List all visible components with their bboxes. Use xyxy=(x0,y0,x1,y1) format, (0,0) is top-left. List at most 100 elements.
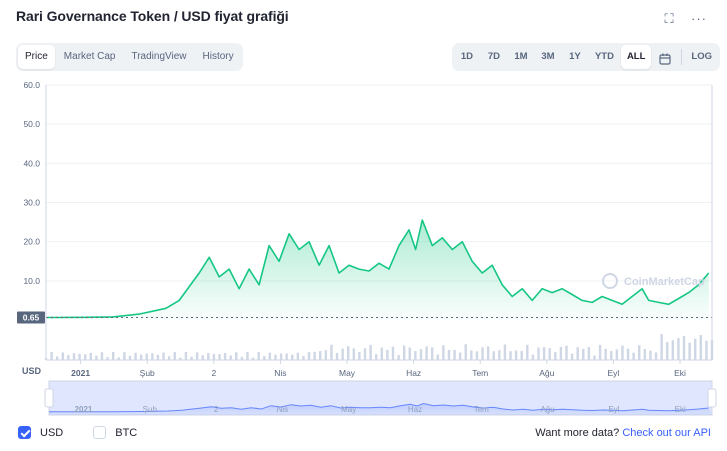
volume-bar xyxy=(682,335,686,360)
volume-bar xyxy=(582,349,585,360)
x-tick-label: 2 xyxy=(211,368,216,378)
x-tick-label: Tem xyxy=(472,368,488,378)
usd-checkbox[interactable] xyxy=(18,426,31,439)
volume-bar xyxy=(615,349,619,360)
volume-bar xyxy=(330,344,333,360)
navigator-x-label: Ağu xyxy=(540,405,554,414)
volume-bar xyxy=(296,352,300,360)
navigator-right-handle[interactable] xyxy=(707,388,717,408)
volume-bar xyxy=(419,349,423,360)
volume-bar xyxy=(666,342,669,360)
volume-bar xyxy=(324,350,328,360)
volume-bar xyxy=(195,352,199,360)
volume-bar xyxy=(464,344,467,360)
volume-bar xyxy=(430,347,434,360)
api-promo-text: Want more data? xyxy=(535,427,620,439)
volume-bar xyxy=(414,351,417,360)
volume-bar xyxy=(229,355,232,360)
volume-bar xyxy=(621,345,624,360)
btc-checkbox[interactable] xyxy=(93,426,107,439)
api-link[interactable]: Check out our API xyxy=(622,427,711,439)
volume-bar xyxy=(363,348,367,360)
volume-bar xyxy=(78,353,81,360)
volume-bar xyxy=(341,348,344,360)
y-tick-label: 10.0 xyxy=(23,276,40,286)
volume-bar xyxy=(458,352,462,360)
volume-bar xyxy=(386,349,389,360)
volume-bar xyxy=(55,356,59,360)
volume-bar xyxy=(481,347,484,360)
navigator-x-label: Eki xyxy=(675,405,686,414)
volume-bar xyxy=(380,347,383,360)
volume-bar xyxy=(167,356,171,360)
volume-bar xyxy=(526,344,529,360)
usd-toggle[interactable]: USD xyxy=(18,426,63,439)
volume-bar xyxy=(201,355,204,360)
volume-bar xyxy=(671,340,675,360)
volume-bar xyxy=(89,352,92,360)
volume-bar xyxy=(235,352,238,360)
y-tick-label: 50.0 xyxy=(23,119,40,129)
volume-bar xyxy=(375,354,378,360)
volume-bar xyxy=(447,349,451,360)
x-tick-label: Nis xyxy=(274,368,286,378)
volume-bar xyxy=(184,352,188,360)
volume-bar xyxy=(95,355,98,360)
volume-bar xyxy=(638,345,641,360)
x-tick-label: Eki xyxy=(674,368,686,378)
volume-bar xyxy=(61,352,64,360)
volume-bar xyxy=(145,353,148,360)
navigator-x-label: 2021 xyxy=(75,405,93,414)
volume-bar xyxy=(139,354,143,360)
volume-bar xyxy=(218,354,221,360)
btc-toggle[interactable]: BTC xyxy=(93,426,137,439)
api-promo: Want more data? Check out our API xyxy=(535,427,711,439)
volume-bar xyxy=(207,353,210,360)
volume-bar xyxy=(610,351,613,360)
volume-bar xyxy=(542,347,546,360)
volume-bar xyxy=(302,356,305,360)
volume-bar xyxy=(604,348,607,360)
y-tick-label: 30.0 xyxy=(23,198,40,208)
y-tick-label: 40.0 xyxy=(23,158,40,168)
volume-bar xyxy=(492,351,495,360)
volume-bar xyxy=(626,348,630,360)
volume-bar xyxy=(694,338,697,360)
volume-bar xyxy=(554,352,557,360)
volume-bar xyxy=(408,347,411,360)
btc-label: BTC xyxy=(115,426,138,439)
x-tick-label: 2021 xyxy=(71,368,90,378)
navigator-x-label: Eyl xyxy=(608,405,619,414)
volume-bar xyxy=(475,351,479,360)
navigator-x-label: May xyxy=(341,405,356,414)
x-tick-label: May xyxy=(339,368,356,378)
volume-bar xyxy=(654,352,658,360)
volume-bar xyxy=(503,344,507,360)
volume-bar xyxy=(649,350,652,360)
volume-bar xyxy=(212,353,216,360)
volume-bar xyxy=(335,352,339,360)
volume-bar xyxy=(128,355,132,360)
volume-bar xyxy=(162,352,165,360)
volume-bar xyxy=(83,354,87,360)
volume-bar xyxy=(173,352,176,360)
navigator-left-handle[interactable] xyxy=(44,388,54,408)
price-chart[interactable]: 60.0 50.0 40.0 30.0 20.0 10.0 0.65 CoinMarketCa… xyxy=(0,0,727,451)
volume-bar xyxy=(632,352,635,360)
y-unit-label: USD xyxy=(22,366,42,376)
volume-bar xyxy=(319,351,322,360)
y-tick-label: 60.0 xyxy=(23,80,40,90)
volume-bar xyxy=(453,349,456,360)
volume-bar xyxy=(425,346,428,360)
volume-bar xyxy=(279,353,283,360)
volume-bar xyxy=(291,354,294,360)
volume-bar xyxy=(514,350,518,360)
volume-bar xyxy=(151,353,154,360)
navigator-x-label: Tem xyxy=(474,405,489,414)
volume-bar xyxy=(436,354,439,360)
volume-bar xyxy=(559,347,563,360)
volume-bar xyxy=(156,354,160,360)
volume-bar xyxy=(72,353,76,360)
current-price-label: 0.65 xyxy=(23,312,40,322)
volume-bar xyxy=(285,353,288,360)
